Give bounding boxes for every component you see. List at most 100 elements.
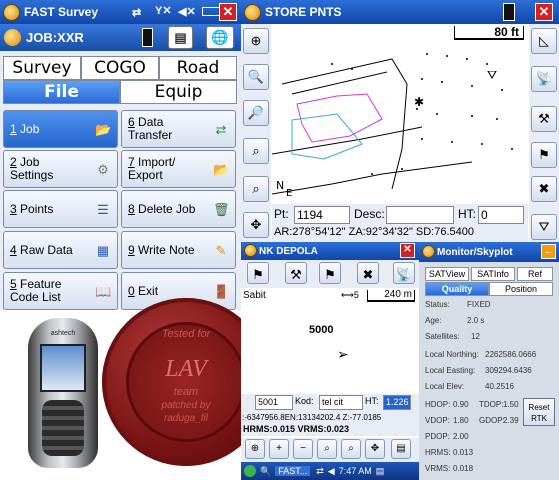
menu-label: Write Note <box>138 242 195 257</box>
reset-rtk-button[interactable]: Reset RTK <box>523 398 555 426</box>
height-field[interactable]: 0 <box>478 206 524 224</box>
tab-road[interactable]: Road <box>159 56 237 80</box>
close-button[interactable]: ✕ <box>219 3 237 21</box>
store-point-icon[interactable]: ⚑ <box>531 142 557 168</box>
ht-label: HT: <box>458 207 476 221</box>
point-number-field[interactable]: 1194 <box>294 206 350 224</box>
globe-icon[interactable]: 🌐 <box>206 26 234 49</box>
map-drawing: ✱ ⛛ N E <box>271 53 513 199</box>
tab-satview[interactable]: SATView <box>425 267 469 281</box>
zoom-window-icon[interactable]: ⌕ <box>317 439 337 459</box>
menu-raw-data-button[interactable]: 4 Raw Data ▦ <box>3 231 118 269</box>
height-field[interactable]: 1.226 <box>383 395 411 410</box>
menu-job-settings-button[interactable]: 2 Job Settings ⚙ <box>3 150 118 188</box>
menu-label: Import/ Export <box>128 155 176 182</box>
satellites-label: Satellites: <box>425 332 460 341</box>
tab-position[interactable]: Position <box>489 282 553 296</box>
title-bar: STORE PNTS ✕ <box>241 0 559 24</box>
menu-points-button[interactable]: 3 Points ☰ <box>3 190 118 228</box>
menu-num: 0 <box>128 283 135 298</box>
point-number-field[interactable]: 5001 <box>255 395 293 410</box>
zoom-window-icon[interactable]: ⌕ <box>243 138 269 164</box>
menu-num: 2 <box>10 155 17 169</box>
northing-value: 2262586.0666 <box>485 350 537 359</box>
title-bar: NK DEPOLA ✕ <box>241 242 419 260</box>
menu-num: 6 <box>128 115 135 129</box>
svg-text:E: E <box>286 188 292 199</box>
sync-icon: ⇄ <box>316 465 324 476</box>
job-label: JOB:XXR <box>26 30 84 45</box>
satellites-value: 12 <box>471 332 480 341</box>
menu-num: 9 <box>128 242 135 257</box>
start-icon[interactable] <box>244 465 256 477</box>
kod-label: Kod: <box>295 396 314 406</box>
map-options-icon[interactable]: ▤ <box>391 439 411 459</box>
age-value: 2.0 s <box>467 316 485 325</box>
northing-label: Local Northing: <box>425 350 479 359</box>
tab-ref[interactable]: Ref <box>517 267 553 281</box>
tab-file[interactable]: File <box>3 80 120 104</box>
app-logo-icon <box>244 4 261 21</box>
zoom-out-icon[interactable]: 🔎 <box>243 100 269 126</box>
menu-import-export-button[interactable]: 7 Import/ Export 📂 <box>121 150 236 188</box>
tab-cogo[interactable]: COGO <box>81 56 159 80</box>
close-button[interactable]: ✕ <box>535 3 553 21</box>
tab-quality[interactable]: Quality <box>425 282 489 296</box>
tools-icon[interactable]: ✖ <box>357 262 379 284</box>
pdop-value: 2.00 <box>453 432 469 441</box>
monitor-skyplot-window: Monitor/Skyplot ← SATView SATInfo Ref Qu… <box>419 242 559 480</box>
gps-receiver-icon[interactable]: 📡 <box>531 66 557 92</box>
taskbar-app-button[interactable]: FAST... <box>275 466 311 476</box>
pan-icon[interactable]: ✥ <box>365 439 385 459</box>
menu-job-button[interactable]: 1 Job 📂 <box>3 110 118 148</box>
receiver-icon[interactable]: 📡 <box>393 262 415 284</box>
battery-level-icon <box>503 3 515 21</box>
signal-icon: Y✕ <box>155 5 172 17</box>
menu-delete-job-button[interactable]: 8 Delete Job 🗑 <box>121 190 236 228</box>
tab-equip[interactable]: Equip <box>120 80 237 104</box>
survey-taskbar-icon[interactable]: 🔍 <box>260 466 271 477</box>
menu-label: Delete Job <box>138 201 196 216</box>
app-logo-icon <box>422 245 435 258</box>
instrument-icon[interactable]: ▤ <box>168 26 193 49</box>
menu-label: Feature Code List <box>10 277 62 304</box>
zoom-previous-icon[interactable]: ⌕ <box>243 176 269 202</box>
offset-icon[interactable]: ⚒ <box>285 262 307 284</box>
rover-setup-icon[interactable]: ⚒ <box>531 106 557 132</box>
zoom-extents-icon[interactable]: ⊕ <box>245 439 265 459</box>
tools-icon[interactable]: ✖ <box>531 176 557 202</box>
age-label: Age: <box>425 316 442 325</box>
pan-icon[interactable]: ✥ <box>243 212 269 238</box>
menu-write-note-button[interactable]: 9 Write Note ✎ <box>121 231 236 269</box>
job-bar: JOB:XXR ▤ 🌐 <box>0 24 241 51</box>
zoom-in-icon[interactable]: + <box>269 439 289 459</box>
zoom-previous-icon[interactable]: ⌕ <box>341 439 361 459</box>
desc-label: Desc: <box>354 207 385 221</box>
tripod-icon[interactable]: ⛛ <box>531 214 557 240</box>
battery-level-icon <box>142 28 153 47</box>
tdop-label: TDOP: <box>479 400 504 409</box>
triangle-ruler-icon[interactable]: ◺ <box>531 28 557 54</box>
easting-label: Local Easting: <box>425 366 476 375</box>
code-field[interactable]: tel cit <box>319 395 363 410</box>
svg-text:N: N <box>276 179 284 192</box>
store-point-icon[interactable]: ⚑ <box>247 262 269 284</box>
scale-mid: ⟷5 <box>341 290 359 300</box>
nk-depola-window: NK DEPOLA ✕ ⚑ ⚒ ⚑ ✖ 📡 Sabit ⟷5 240 m 500… <box>241 242 419 480</box>
close-button[interactable]: ✕ <box>400 243 415 258</box>
menu-feature-code-list-button[interactable]: 5 Feature Code List 📖 <box>3 272 118 310</box>
vrms-label: VRMS: <box>425 464 451 473</box>
tab-satinfo[interactable]: SATInfo <box>471 267 515 281</box>
keyboard-icon[interactable]: ▤ <box>376 466 385 477</box>
map-canvas[interactable]: ✱ ⛛ N E 80 ft <box>271 24 528 202</box>
stakeout-icon[interactable]: ⚑ <box>319 262 341 284</box>
zoom-out-icon[interactable]: − <box>293 439 313 459</box>
device-keypad <box>42 400 84 456</box>
back-arrow-icon[interactable]: ← <box>541 244 556 259</box>
zoom-in-icon[interactable]: 🔍 <box>243 64 269 90</box>
zoom-extents-icon[interactable]: ⊕ <box>243 28 269 54</box>
tab-survey[interactable]: Survey <box>3 56 81 80</box>
menu-data-transfer-button[interactable]: 6 Data Transfer ⇄ <box>121 110 236 148</box>
exit-door-icon: 🚪 <box>213 284 230 299</box>
description-field[interactable] <box>386 206 454 224</box>
